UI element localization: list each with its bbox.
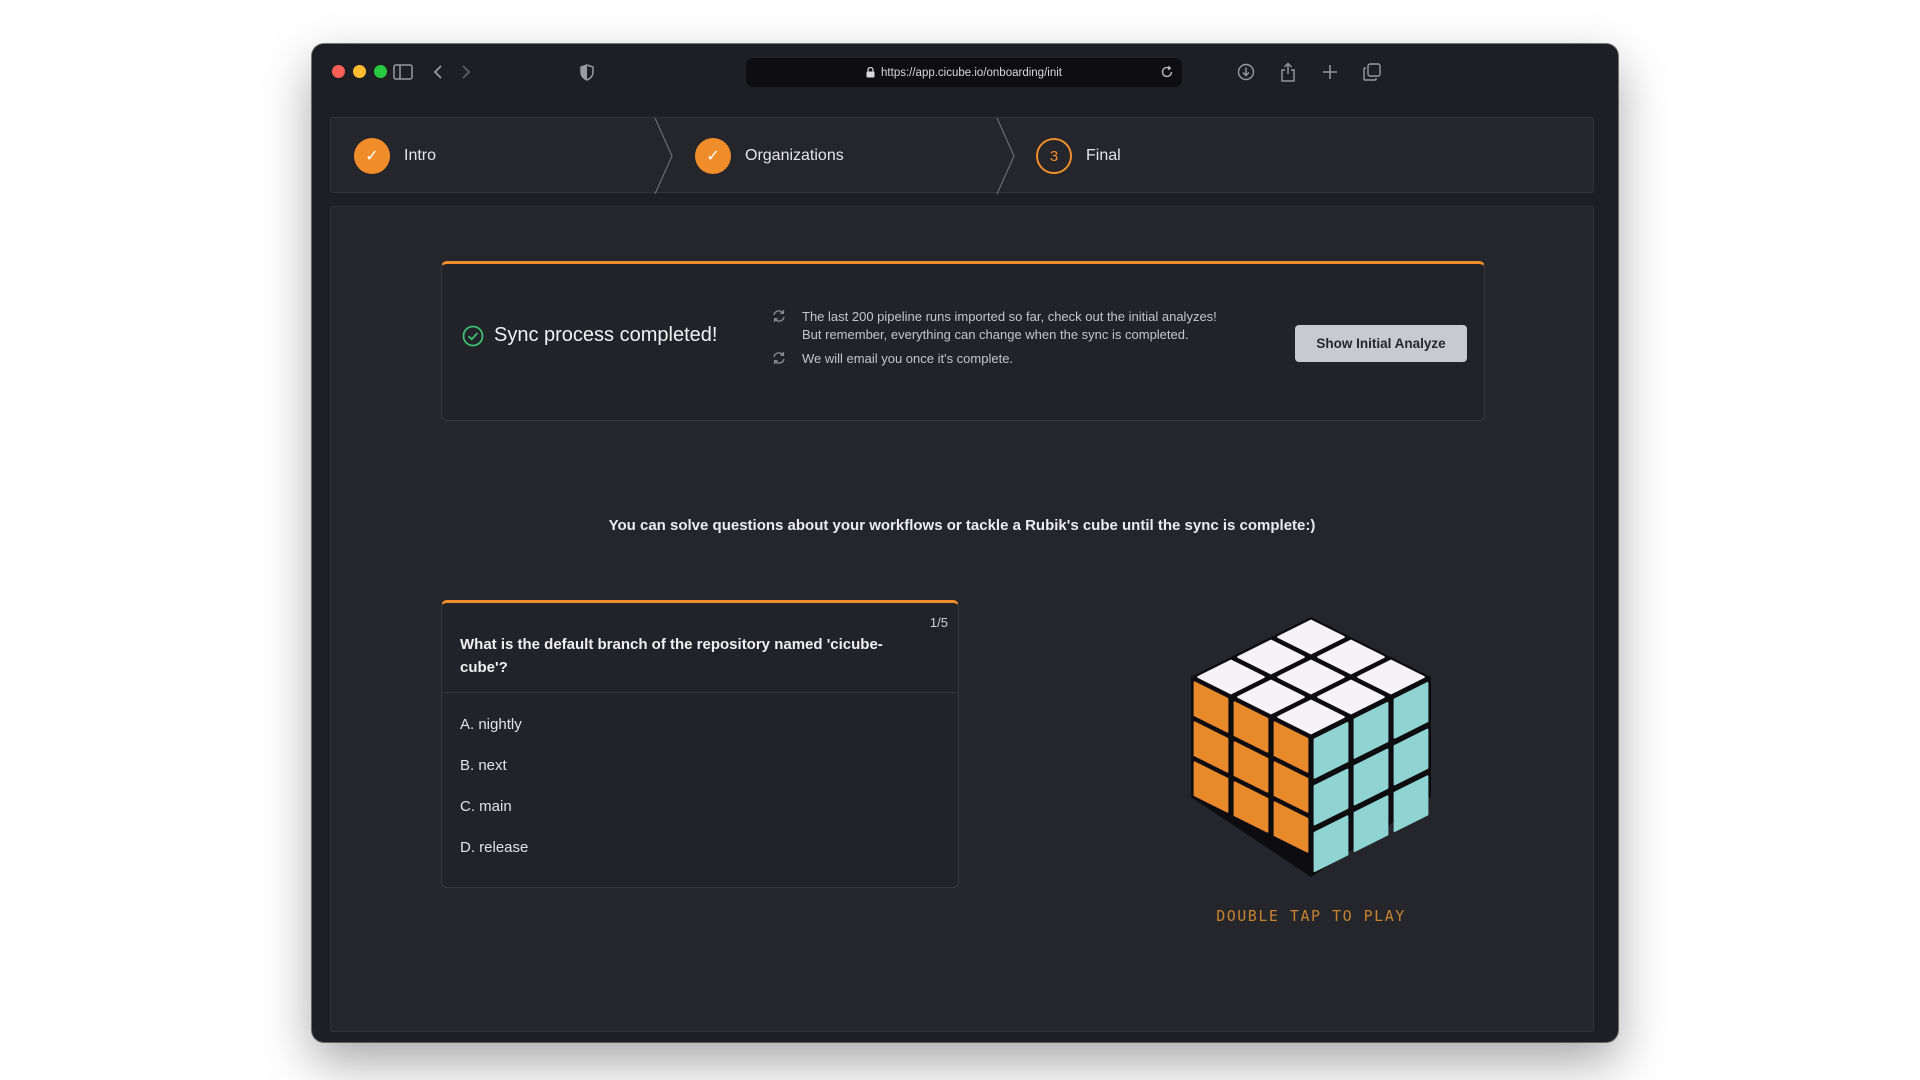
quiz-option-a[interactable]: A. nightly [460,716,522,733]
step-done-check-icon: ✓ [695,138,731,174]
quiz-counter: 1/5 [929,615,948,630]
back-icon[interactable] [430,60,446,84]
step-final[interactable]: 3 Final [1036,118,1121,194]
info-prompt: You can solve questions about your workf… [608,517,1316,534]
url-text: https://app.cicube.io/onboarding/init [881,66,1062,79]
sidebar-toggle-icon[interactable] [392,60,414,84]
forward-icon[interactable] [458,60,474,84]
rubiks-cube-icon[interactable] [1181,611,1441,881]
sync-title-text: Sync process completed! [494,324,718,346]
minimize-window-button[interactable] [353,65,366,78]
browser-titlebar: https://app.cicube.io/onboarding/init [312,44,1618,100]
download-icon[interactable] [1236,60,1256,84]
quiz-card: 1/5 What is the default branch of the re… [441,600,959,888]
step-number: 3 [1036,138,1072,174]
new-tab-icon[interactable] [1320,60,1340,84]
sync-status-card: Sync process completed! The last 200 pip… [441,261,1485,421]
lock-icon [866,67,875,78]
sync-message-line: The last 200 pipeline runs imported so f… [802,309,1217,324]
close-window-button[interactable] [332,65,345,78]
sync-message-imported: The last 200 pipeline runs imported so f… [772,308,1217,344]
step-separator-icon [996,118,1015,194]
quiz-option-c[interactable]: C. main [460,798,512,815]
step-separator-icon [654,118,673,194]
onboarding-content: Sync process completed! The last 200 pip… [330,206,1594,1032]
step-label: Organizations [745,147,844,164]
quiz-option-d[interactable]: D. release [460,839,528,856]
rubiks-cube[interactable] [1181,611,1441,881]
step-intro[interactable]: ✓ Intro [354,118,436,194]
sync-title: Sync process completed! [462,324,717,347]
sync-icon [772,351,786,365]
sync-icon [772,309,786,323]
quiz-question: What is the default branch of the reposi… [460,636,883,676]
show-initial-analyze-button[interactable]: Show Initial Analyze [1295,325,1467,362]
reload-icon[interactable] [1160,65,1174,79]
share-icon[interactable] [1278,60,1298,84]
step-label: Intro [404,147,437,164]
sync-message-line: We will email you once it's complete. [802,351,1014,366]
address-bar[interactable]: https://app.cicube.io/onboarding/init [746,58,1182,87]
check-circle-icon [462,325,484,347]
step-label: Final [1086,147,1121,164]
quiz-divider [442,692,958,693]
double-tap-to-play-label: DOUBLE TAP TO PLAY [1216,907,1406,925]
privacy-shield-icon[interactable] [578,60,596,84]
sync-message-email: We will email you once it's complete. [772,350,1013,368]
browser-window: https://app.cicube.io/onboarding/init ✓ … [312,44,1618,1042]
quiz-option-b[interactable]: B. next [460,757,507,774]
step-organizations[interactable]: ✓ Organizations [695,118,844,194]
sync-message-line: But remember, everything can change when… [802,327,1189,342]
step-done-check-icon: ✓ [354,138,390,174]
onboarding-stepper: ✓ Intro ✓ Organizations 3 Final [330,117,1594,194]
maximize-window-button[interactable] [374,65,387,78]
tab-overview-icon[interactable] [1362,60,1382,84]
